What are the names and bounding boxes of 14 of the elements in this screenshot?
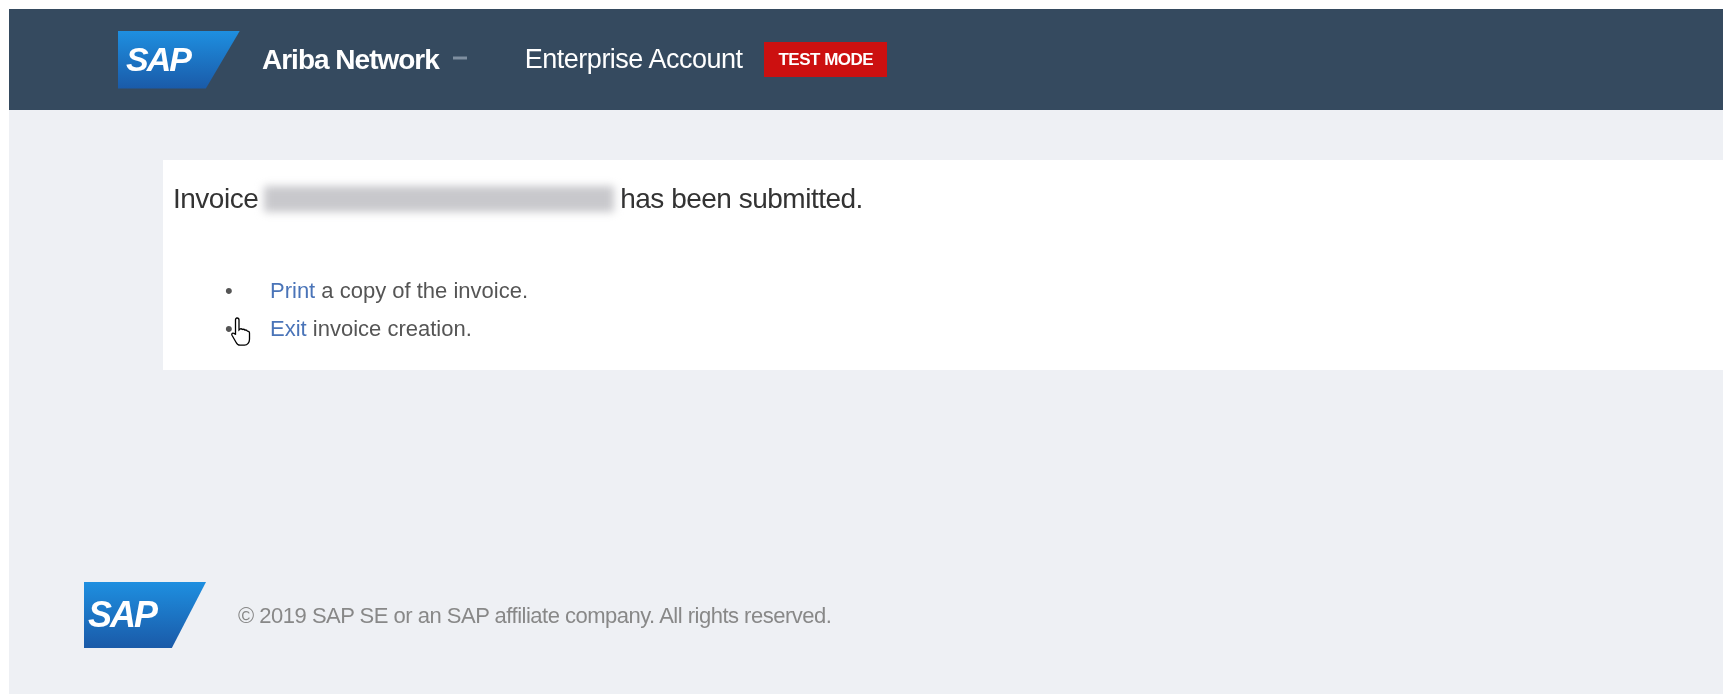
copyright-text: © 2019 SAP SE or an SAP affiliate company. All rights reserved. (238, 601, 832, 630)
message-text: has been submitted. (620, 182, 863, 216)
account-name: Enterprise Account (524, 43, 743, 77)
sap-logo: SAP (84, 582, 206, 648)
bullet: • (225, 277, 234, 305)
test-mode-badge: TEST MODE (764, 41, 888, 78)
sap-logo[interactable]: SAP (118, 30, 240, 89)
action-sentence: Print a copy of the invoice. (270, 278, 529, 303)
bullet: • (225, 315, 234, 343)
action-link[interactable]: Exit (270, 316, 307, 341)
message-text: Invoice (173, 182, 259, 216)
product-name[interactable]: Ariba Network (262, 38, 439, 81)
action-sentence: Exit invoice creation. (270, 316, 472, 341)
action-link[interactable]: Print (270, 278, 316, 303)
